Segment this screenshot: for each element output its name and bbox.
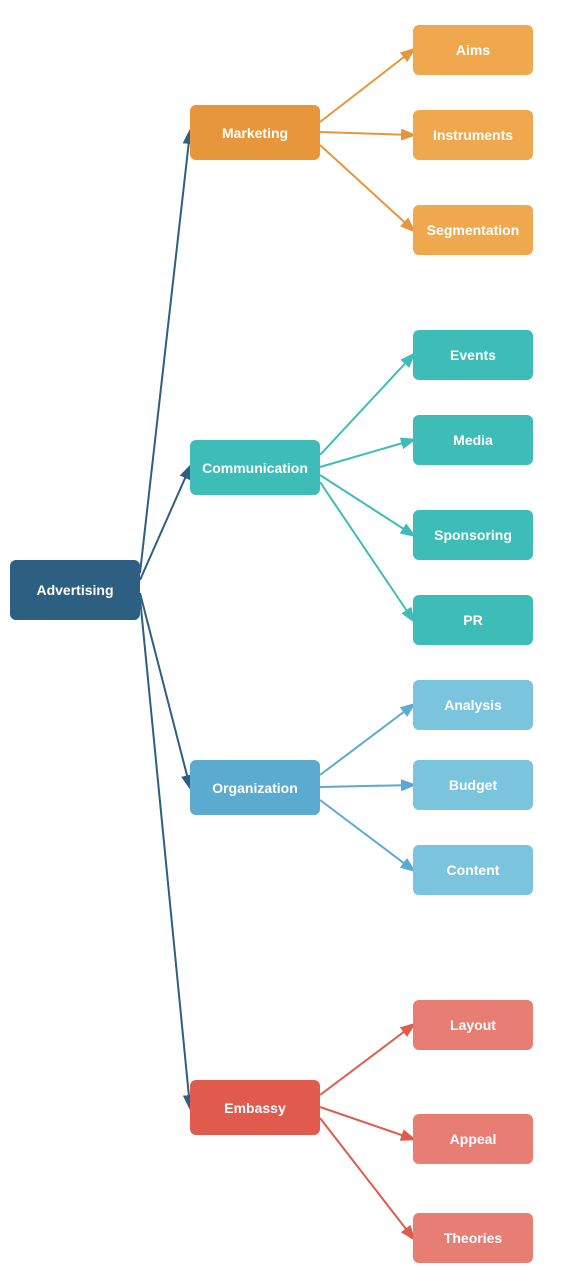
node-communication: Communication: [190, 440, 320, 495]
node-organization: Organization: [190, 760, 320, 815]
node-budget: Budget: [413, 760, 533, 810]
node-analysis: Analysis: [413, 680, 533, 730]
node-theories: Theories: [413, 1213, 533, 1263]
node-media: Media: [413, 415, 533, 465]
node-instruments: Instruments: [413, 110, 533, 160]
node-advertising: Advertising: [10, 560, 140, 620]
node-appeal: Appeal: [413, 1114, 533, 1164]
node-segmentation: Segmentation: [413, 205, 533, 255]
node-embassy: Embassy: [190, 1080, 320, 1135]
node-pr: PR: [413, 595, 533, 645]
node-content: Content: [413, 845, 533, 895]
node-aims: Aims: [413, 25, 533, 75]
node-layout: Layout: [413, 1000, 533, 1050]
node-sponsoring: Sponsoring: [413, 510, 533, 560]
node-marketing: Marketing: [190, 105, 320, 160]
node-events: Events: [413, 330, 533, 380]
diagram-container: Advertising Marketing Aims Instruments S…: [0, 0, 573, 1283]
